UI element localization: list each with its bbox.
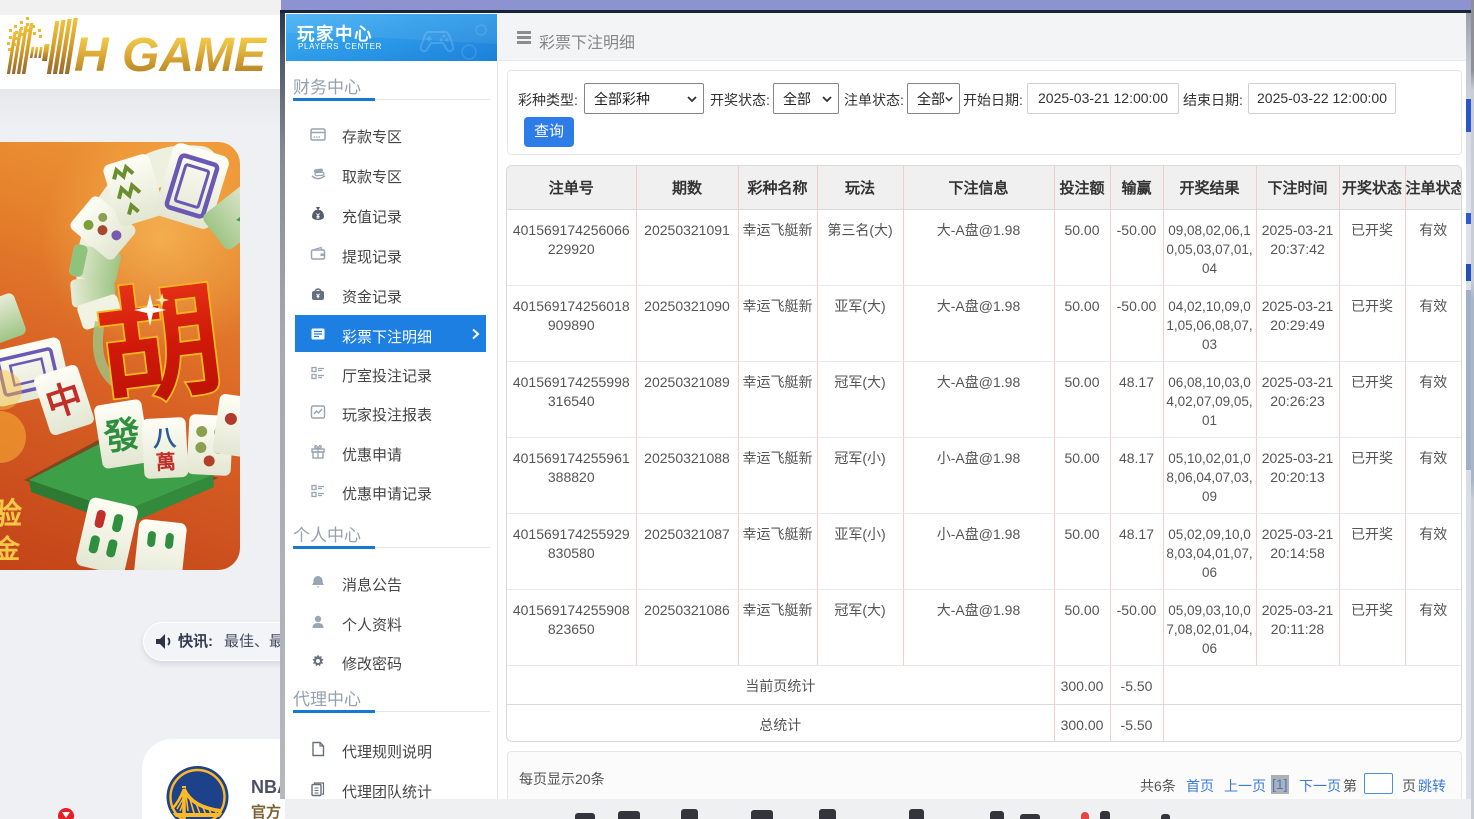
- svg-text:萬: 萬: [155, 450, 176, 474]
- svg-text:八: 八: [152, 424, 177, 451]
- svg-text:金: 金: [0, 534, 21, 564]
- svg-text:验: 验: [0, 497, 22, 531]
- svg-text:胡: 胡: [90, 270, 230, 422]
